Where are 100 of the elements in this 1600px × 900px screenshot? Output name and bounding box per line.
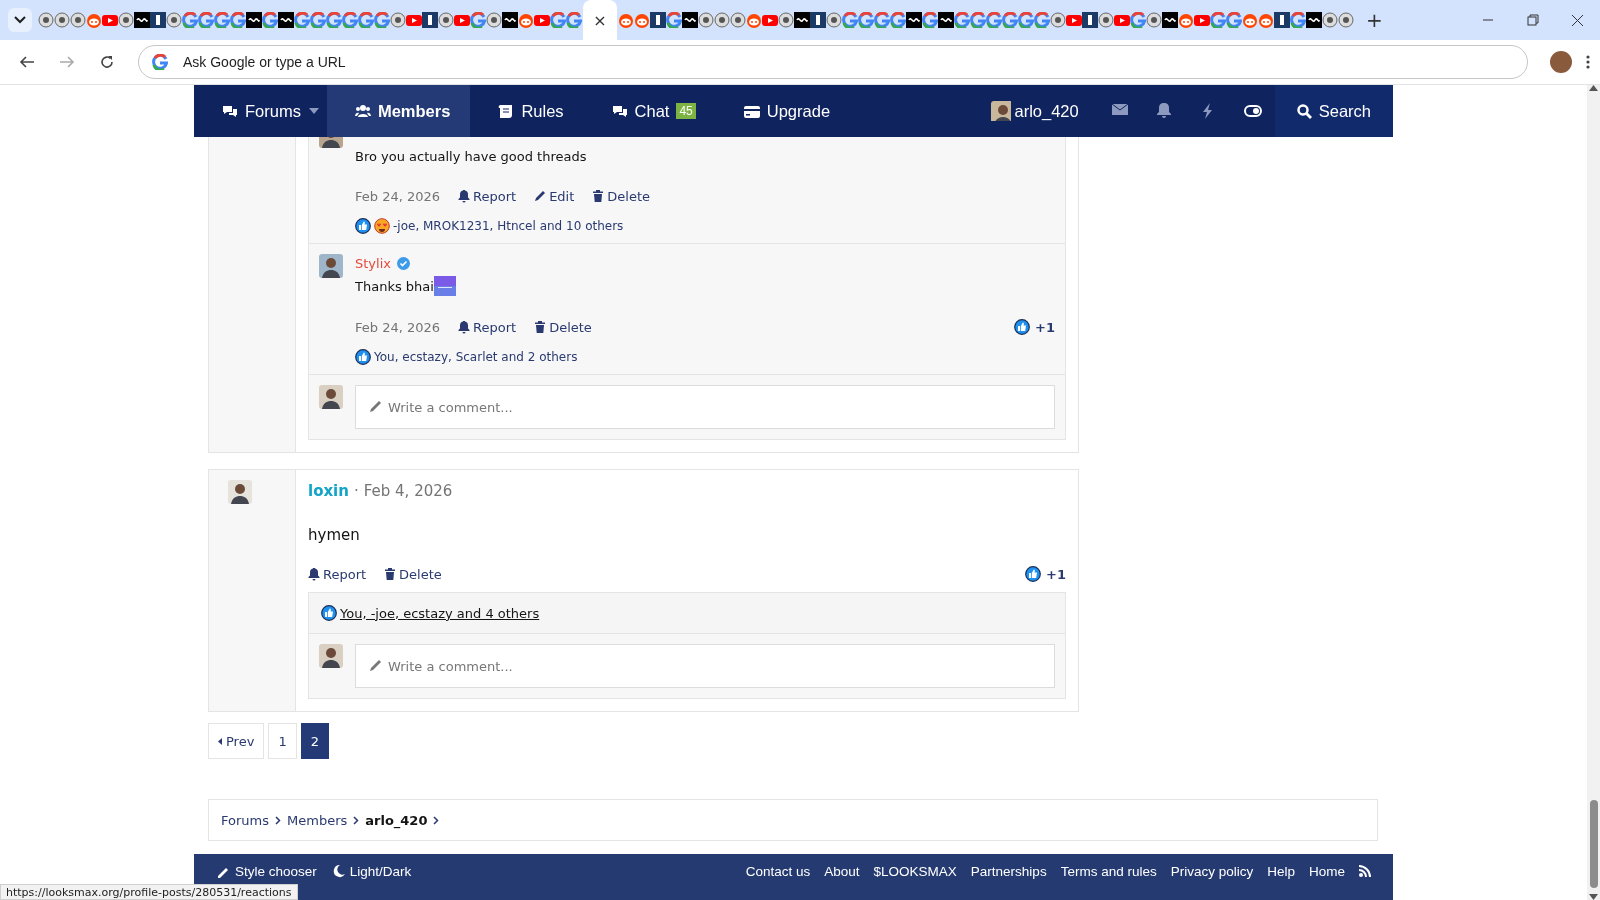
reactions-link[interactable]: You, -joe, ecstazy and 4 others [340, 605, 540, 621]
browser-tab[interactable] [682, 12, 698, 28]
browser-tab[interactable] [1306, 12, 1322, 28]
site-icon [150, 12, 166, 28]
breadcrumb-link[interactable]: Members [287, 812, 348, 828]
site-icon [1130, 12, 1146, 28]
site-icon [230, 12, 246, 28]
comment-field[interactable]: Write a comment... [355, 644, 1055, 688]
browser-tab[interactable] [810, 12, 826, 28]
footer-link[interactable]: Terms and rules [1060, 863, 1157, 879]
site-icon [470, 12, 486, 28]
site-icon [810, 12, 826, 28]
site-icon [730, 12, 746, 28]
profile-avatar[interactable] [1550, 51, 1572, 73]
site-icon [118, 12, 134, 28]
address-field[interactable]: Ask Google or type a URL [138, 45, 1528, 79]
comment-field[interactable]: Write a comment... [355, 385, 1055, 429]
bell-icon[interactable] [1155, 103, 1174, 119]
comment-date: Feb 24, 2026 [355, 319, 441, 335]
site-icon [922, 12, 938, 28]
reaction-count[interactable]: +1 [1025, 566, 1066, 582]
browser-tab[interactable] [1082, 12, 1098, 28]
browser-tab[interactable] [246, 12, 262, 28]
footer-link[interactable]: Home [1309, 863, 1345, 879]
scrollbar[interactable] [1587, 85, 1600, 900]
browser-tab[interactable] [794, 12, 810, 28]
chevron-right-icon [433, 815, 440, 825]
more-menu-icon[interactable] [1586, 54, 1590, 70]
nav-tab[interactable]: Upgrade [715, 85, 851, 137]
nav-tab[interactable]: Chat 45 [583, 85, 716, 137]
tab-search-button[interactable] [8, 8, 32, 32]
browser-tab[interactable] [1162, 12, 1178, 28]
user-avatar [991, 101, 1012, 121]
caret-down-icon[interactable] [308, 108, 319, 114]
nav-tab[interactable]: Forums [194, 85, 321, 137]
scroll-thumb[interactable] [1589, 800, 1598, 888]
bell-icon [458, 320, 471, 334]
close-icon[interactable] [1571, 13, 1584, 27]
reactions-link[interactable]: -joe, MROK1231, Htncel and 10 others [393, 219, 624, 233]
site-icon [246, 12, 262, 28]
nav-tab[interactable]: Rules [470, 85, 584, 137]
edit-link[interactable]: Edit [534, 189, 575, 204]
site-icon [1098, 12, 1114, 28]
back-arrow-icon[interactable] [19, 54, 35, 70]
browser-tab[interactable] [906, 12, 922, 28]
browser-tab[interactable] [422, 12, 438, 28]
delete-link[interactable]: Delete [384, 566, 442, 582]
page-button[interactable]: 2 [300, 723, 329, 759]
reactions-link[interactable]: You, ecstazy, Scarlet and 2 others [374, 350, 578, 364]
footer-link[interactable]: Contact us [745, 863, 811, 879]
site-icon [518, 12, 534, 28]
footer-link[interactable]: Light/Dark [330, 863, 412, 879]
footer-link[interactable]: $LOOKSMAX [873, 863, 957, 879]
avatar[interactable] [319, 254, 343, 278]
browser-tab[interactable] [150, 12, 166, 28]
report-link[interactable]: Report [308, 566, 367, 582]
restore-icon[interactable] [1526, 13, 1539, 27]
page-button[interactable]: 1 [268, 723, 297, 759]
new-tab-button[interactable]: + [1366, 8, 1383, 32]
search-button[interactable]: Search [1274, 85, 1393, 137]
scroll-up-icon[interactable] [1589, 85, 1598, 91]
separator-dot: · [353, 482, 359, 500]
breadcrumb-link[interactable]: Forums [221, 812, 269, 828]
user-menu[interactable]: arlo_420 [963, 85, 1099, 137]
report-link[interactable]: Report [458, 319, 517, 335]
breadcrumb-link[interactable]: arlo_420 [365, 812, 428, 828]
scroll-down-icon[interactable] [1589, 894, 1598, 900]
browser-tab[interactable] [502, 12, 518, 28]
delete-link[interactable]: Delete [592, 189, 651, 204]
site-icon [390, 12, 406, 28]
toggle-icon[interactable] [1243, 103, 1262, 119]
site-icon [970, 12, 986, 28]
site-icon [1146, 12, 1162, 28]
browser-tab[interactable] [278, 12, 294, 28]
prev-page-button[interactable]: Prev [208, 723, 265, 759]
footer-link[interactable]: About [824, 863, 860, 879]
site-icon [214, 12, 230, 28]
site-icon [1066, 12, 1082, 28]
footer-link[interactable]: Privacy policy [1170, 863, 1254, 879]
browser-tab[interactable] [134, 12, 150, 28]
avatar[interactable] [319, 385, 343, 409]
report-link[interactable]: Report [458, 189, 517, 204]
like-icon [355, 218, 371, 234]
site-icon [1338, 12, 1354, 28]
browser-tab[interactable] [1274, 12, 1290, 28]
footer-link[interactable]: Style chooser [216, 863, 317, 879]
nav-tab[interactable]: Members [326, 85, 471, 137]
rss-icon[interactable] [1359, 865, 1371, 877]
username-link[interactable]: Stylix [355, 255, 391, 271]
reaction-count[interactable]: +1 [1014, 319, 1055, 335]
browser-tab[interactable] [938, 12, 954, 28]
reload-icon[interactable] [99, 54, 115, 70]
browser-tab[interactable] [650, 12, 666, 28]
close-tab-button[interactable]: × [593, 10, 607, 30]
browser-tab[interactable]: × [583, 0, 617, 40]
avatar[interactable] [319, 644, 343, 668]
footer-link[interactable]: Partnerships [970, 863, 1047, 879]
delete-link[interactable]: Delete [534, 319, 592, 335]
site-icon [1322, 12, 1338, 28]
footer-link[interactable]: Help [1267, 863, 1295, 879]
